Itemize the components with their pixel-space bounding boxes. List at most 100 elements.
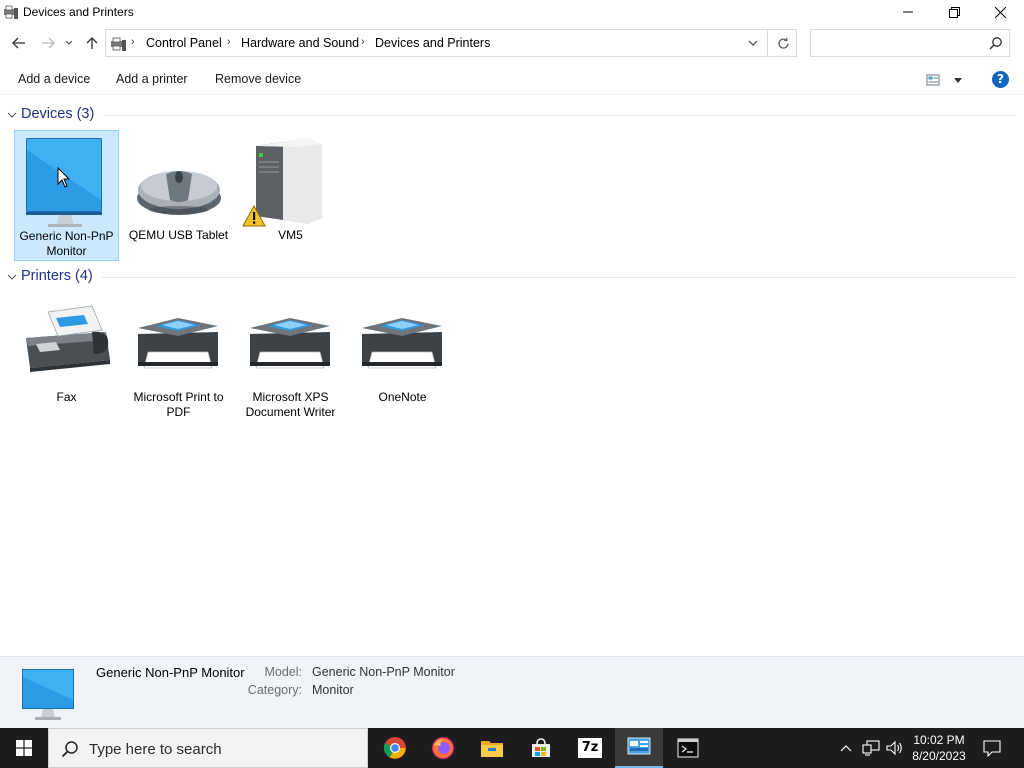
printer-item-fax[interactable]: Fax bbox=[14, 292, 119, 422]
taskbar-file-explorer[interactable] bbox=[468, 728, 516, 768]
mouse-cursor-icon bbox=[57, 167, 71, 188]
action-center-button[interactable] bbox=[978, 728, 1006, 768]
device-item-generic-monitor[interactable]: Generic Non-PnP Monitor bbox=[14, 130, 119, 261]
chevron-down-icon bbox=[65, 40, 73, 45]
address-bar[interactable]: › Control Panel › Hardware and Sound › D… bbox=[105, 29, 797, 57]
breadcrumb-devices-and-printers[interactable]: Devices and Printers bbox=[375, 36, 490, 50]
taskbar-store[interactable] bbox=[517, 728, 565, 768]
address-row: › Control Panel › Hardware and Sound › D… bbox=[0, 28, 1024, 58]
taskbar-control-panel[interactable] bbox=[615, 728, 663, 768]
chevron-down-icon bbox=[7, 274, 17, 280]
printer-label: Microsoft Print to PDF bbox=[133, 390, 224, 419]
printer-item-microsoft-print-to-pdf[interactable]: Microsoft Print to PDF bbox=[126, 292, 231, 422]
arrow-left-icon bbox=[12, 37, 25, 49]
recent-locations-button[interactable] bbox=[62, 32, 76, 54]
device-item-vm5[interactable]: VM5 bbox=[238, 130, 343, 260]
taskbar-firefox[interactable] bbox=[419, 728, 467, 768]
group-title-printers: Printers (4) bbox=[21, 268, 93, 284]
monitor-icon bbox=[22, 669, 74, 720]
caret-down-icon bbox=[954, 77, 962, 83]
volume-icon bbox=[886, 740, 902, 756]
printer-icon bbox=[362, 318, 442, 369]
clock-time: 10:02 PM bbox=[913, 733, 965, 747]
details-category-value: Monitor bbox=[312, 683, 354, 697]
search-input[interactable] bbox=[817, 34, 977, 52]
search-box[interactable] bbox=[810, 29, 1010, 57]
forward-button[interactable] bbox=[38, 32, 58, 54]
control-panel-icon bbox=[627, 737, 651, 755]
minimize-button[interactable] bbox=[885, 0, 931, 24]
refresh-icon bbox=[777, 37, 789, 49]
notification-icon bbox=[983, 739, 1001, 757]
refresh-button[interactable] bbox=[770, 30, 796, 56]
change-view-button[interactable] bbox=[926, 71, 968, 89]
device-label: QEMU USB Tablet bbox=[128, 228, 229, 242]
taskbar-clock[interactable]: 10:02 PM 8/20/2023 bbox=[905, 732, 973, 764]
close-button[interactable] bbox=[977, 0, 1023, 24]
group-header-printers[interactable]: Printers (4) bbox=[0, 267, 1016, 287]
details-category-label: Category: bbox=[247, 683, 302, 697]
clock-date: 8/20/2023 bbox=[912, 749, 966, 763]
group-title-devices: Devices (3) bbox=[21, 106, 95, 122]
printer-icon bbox=[250, 318, 330, 369]
devices-printers-app-icon bbox=[4, 5, 18, 19]
up-button[interactable] bbox=[82, 32, 102, 54]
network-tray-button[interactable] bbox=[860, 728, 882, 768]
group-divider bbox=[102, 277, 1016, 278]
network-icon bbox=[862, 740, 880, 756]
device-item-qemu-tablet[interactable]: QEMU USB Tablet bbox=[126, 130, 231, 260]
devices-printers-location-icon bbox=[111, 37, 126, 51]
chevron-down-icon bbox=[7, 112, 17, 118]
address-divider bbox=[767, 30, 768, 56]
address-dropdown-button[interactable] bbox=[740, 30, 766, 56]
start-button[interactable] bbox=[0, 728, 48, 768]
printer-item-onenote[interactable]: OneNote bbox=[350, 292, 455, 422]
details-model-label: Model: bbox=[264, 665, 302, 679]
add-device-button[interactable]: Add a device bbox=[18, 72, 90, 86]
arrow-up-icon bbox=[86, 37, 98, 49]
taskbar-chrome[interactable] bbox=[371, 728, 419, 768]
7zip-label: 7z bbox=[581, 740, 599, 755]
search-icon bbox=[61, 741, 78, 758]
printer-label: OneNote bbox=[378, 390, 427, 404]
terminal-icon bbox=[677, 738, 699, 758]
show-hidden-icons-button[interactable] bbox=[836, 728, 856, 768]
arrow-right-icon bbox=[42, 37, 55, 49]
chrome-icon bbox=[383, 737, 406, 759]
breadcrumb-separator: › bbox=[131, 36, 135, 48]
group-header-devices[interactable]: Devices (3) bbox=[0, 105, 1016, 125]
command-bar: Add a device Add a printer Remove device… bbox=[0, 63, 1024, 95]
device-label: VM5 bbox=[278, 228, 303, 242]
volume-tray-button[interactable] bbox=[884, 728, 906, 768]
restore-button[interactable] bbox=[931, 0, 977, 24]
breadcrumb-control-panel[interactable]: Control Panel bbox=[146, 36, 222, 50]
printer-label: Fax bbox=[56, 390, 77, 404]
warning-icon bbox=[242, 205, 266, 227]
close-icon bbox=[994, 6, 1006, 18]
fax-icon bbox=[26, 305, 110, 372]
view-options-icon bbox=[926, 74, 940, 86]
title-bar: Devices and Printers bbox=[0, 0, 1024, 24]
remove-device-button[interactable]: Remove device bbox=[215, 72, 301, 86]
details-model-value: Generic Non-PnP Monitor bbox=[312, 665, 455, 679]
window-title: Devices and Printers bbox=[23, 5, 134, 19]
windows-logo-icon bbox=[16, 740, 32, 756]
taskbar: Type here to search 7z 10:02 PM 8/20/202… bbox=[0, 728, 1024, 768]
firefox-icon bbox=[431, 736, 455, 760]
file-explorer-icon bbox=[481, 741, 503, 757]
printer-item-microsoft-xps-writer[interactable]: Microsoft XPS Document Writer bbox=[238, 292, 343, 422]
store-icon bbox=[532, 738, 550, 757]
breadcrumb-hardware-and-sound[interactable]: Hardware and Sound bbox=[241, 36, 359, 50]
help-button[interactable]: ? bbox=[992, 71, 1009, 88]
taskbar-terminal[interactable] bbox=[664, 728, 712, 768]
back-button[interactable] bbox=[9, 32, 29, 54]
breadcrumb-separator: › bbox=[361, 36, 365, 48]
taskbar-search-box[interactable]: Type here to search bbox=[48, 728, 368, 768]
minimize-icon bbox=[903, 11, 913, 13]
taskbar-7zip[interactable]: 7z bbox=[566, 728, 614, 768]
device-label: Generic Non-PnP Monitor bbox=[19, 229, 114, 258]
add-printer-button[interactable]: Add a printer bbox=[116, 72, 188, 86]
printer-icon bbox=[138, 318, 218, 369]
taskbar-search-placeholder: Type here to search bbox=[89, 741, 222, 758]
breadcrumb-separator: › bbox=[227, 36, 231, 48]
